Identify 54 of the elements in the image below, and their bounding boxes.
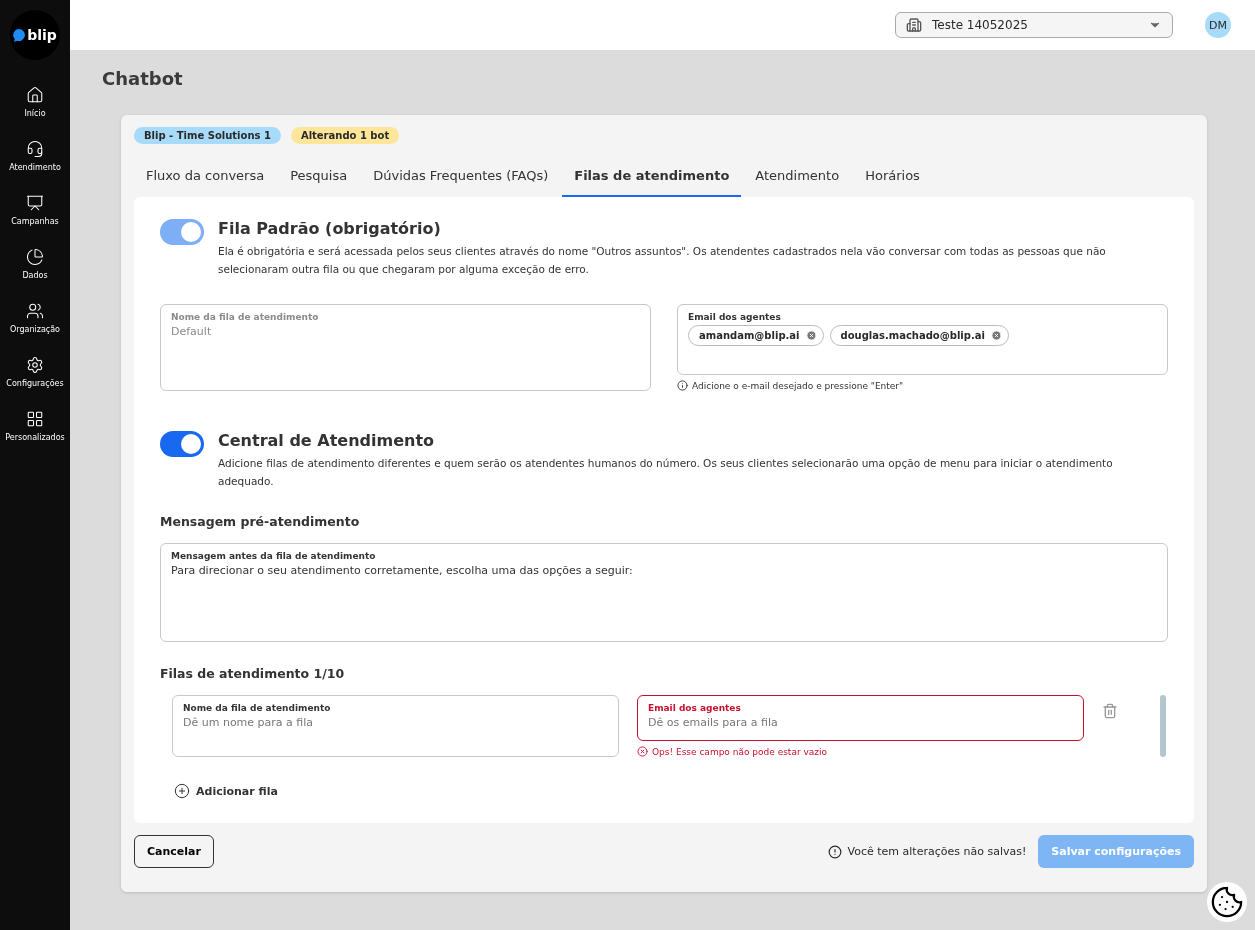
nav-icon xyxy=(26,248,44,266)
speech-bubble-icon xyxy=(13,28,26,42)
tab[interactable]: Dúvidas Frequentes (FAQs) xyxy=(361,162,561,197)
add-queue-button[interactable]: Adicionar fila xyxy=(174,783,278,799)
tab[interactable]: Pesquisa xyxy=(278,162,360,197)
plus-icon xyxy=(174,783,190,799)
tab[interactable]: Horários xyxy=(853,162,932,197)
section-heading: Mensagem pré-atendimento xyxy=(160,514,361,529)
building-icon xyxy=(906,17,922,33)
input-field[interactable]: Nome da fila de atendimento Dê um nome para a fila xyxy=(172,695,619,757)
blip-logo[interactable]: blip xyxy=(10,10,60,60)
nav-icon xyxy=(26,140,44,158)
cancel-button[interactable]: Cancelar xyxy=(134,835,214,868)
hint-text: Adicione o e-mail desejado e pressione "Enter" xyxy=(692,380,904,391)
scrollbar[interactable] xyxy=(1160,695,1166,757)
toggle-switch[interactable] xyxy=(160,431,204,457)
message-textarea[interactable]: Mensagem antes da fila de atendimento Para direcionar o seu atendimento corretamente, escolha uma das opções a seguir: xyxy=(160,543,1168,642)
error-text: Ops! Esse campo não pode estar vazio xyxy=(652,746,828,757)
section-title: Central de Atendimento xyxy=(218,431,435,450)
nav-icon xyxy=(26,410,44,428)
delete-icon[interactable] xyxy=(1102,703,1118,719)
warning-icon xyxy=(827,844,842,859)
field-label: Email dos agentes xyxy=(688,312,782,322)
logo-text: blip xyxy=(27,27,57,43)
cookie-icon xyxy=(1210,885,1244,919)
section-heading: Filas de atendimento 1/10 xyxy=(160,666,346,681)
tag: Alterando 1 bot xyxy=(290,127,400,144)
nav-item[interactable]: Configurações xyxy=(0,354,70,390)
contract-select[interactable]: Teste 14052025 xyxy=(895,12,1173,38)
nav-icon xyxy=(26,86,44,104)
nav-item[interactable]: Personalizados xyxy=(0,408,70,444)
nav-icon xyxy=(26,302,44,320)
section-description: Adicione filas de atendimento diferentes e quem serão os atendentes humanos do número. Os seus clientes selecionarão uma opção de menu para iniciar o atendimento adequado. xyxy=(218,456,1114,489)
nav-icon xyxy=(26,194,44,212)
nav-icon xyxy=(26,356,44,374)
remove-icon[interactable] xyxy=(990,330,1002,341)
info-icon xyxy=(677,380,688,391)
input-field[interactable]: Email dos agentes Dê os emails para a fila xyxy=(637,695,1084,741)
tag: Blip - Time Solutions 1 xyxy=(134,127,281,144)
warning-text: Você tem alterações não salvas! xyxy=(847,845,1027,858)
section-description: Ela é obrigatória e será acessada pelos seus clientes através do nome "Outros assuntos". Os atendentes cadastrados nela vão conversar com todas as pessoas que não selecionaram outra fila ou que chegaram por alguma exceção de erro. xyxy=(218,244,1107,277)
nav-item[interactable]: Dados xyxy=(0,246,70,282)
page-title: Chatbot xyxy=(102,68,184,89)
nav-item[interactable]: Início xyxy=(0,84,70,120)
section-title: Fila Padrão (obrigatório) xyxy=(218,219,442,238)
remove-icon[interactable] xyxy=(805,330,817,341)
nav-item[interactable]: Campanhas xyxy=(0,192,70,228)
tab[interactable]: Fluxo da conversa xyxy=(134,162,277,197)
cookie-button[interactable] xyxy=(1207,882,1247,922)
nav-item[interactable]: Organização xyxy=(0,300,70,336)
nav-item[interactable]: Atendimento xyxy=(0,138,70,174)
tab[interactable]: Atendimento xyxy=(743,162,852,197)
error-icon xyxy=(637,746,648,757)
user-avatar[interactable]: DM xyxy=(1205,12,1231,38)
